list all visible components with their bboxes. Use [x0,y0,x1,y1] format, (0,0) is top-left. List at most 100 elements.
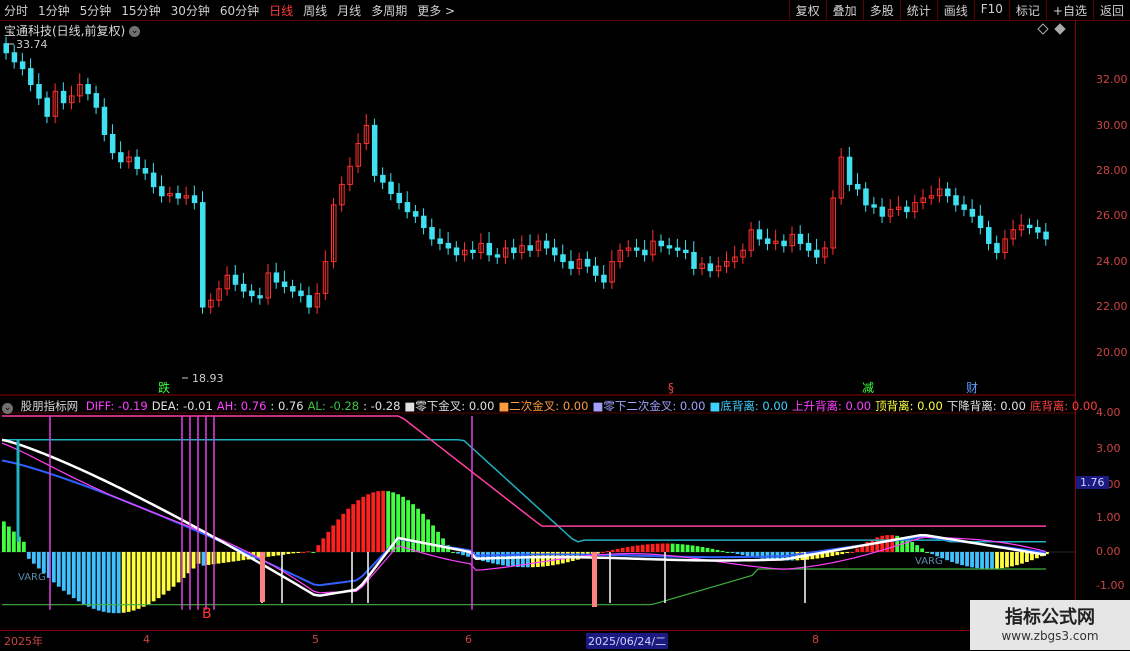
low-price-label: 18.93 [192,372,224,385]
candle-body [257,295,263,299]
candle-body [404,202,411,213]
histogram-bar [51,552,56,583]
histogram-bar [381,490,386,552]
histogram-bar [76,552,81,602]
histogram-bar [426,519,430,552]
histogram-bar [640,544,645,552]
candle-body [543,240,550,249]
candle-body [511,247,517,254]
histogram-bar [171,552,176,587]
histogram-bar [1025,552,1029,562]
histogram-bar [291,552,296,554]
candle-body [961,204,967,210]
signal-bar [592,552,597,607]
histogram-bar [620,547,625,552]
candle-body [863,188,869,206]
histogram-bar [121,552,126,613]
histogram-bar [366,494,371,552]
histogram-bar [680,544,685,552]
candle-body [44,97,50,117]
histogram-bar [311,552,316,553]
candle-body [380,174,386,183]
histogram-bar [31,552,36,564]
date-label: 6 [465,633,472,646]
candle-body [429,227,435,240]
histogram-bar [930,552,935,555]
indicator-tick-label: 0.00 [1096,545,1121,558]
histogram-bar [610,549,615,552]
indicator-tick-label: -1.00 [1096,579,1125,592]
histogram-bar [985,552,989,569]
histogram-bar [615,548,620,552]
histogram-bar [675,543,680,552]
date-label: 2025年 [4,635,43,648]
histogram-bar [665,543,670,552]
histogram-bar [396,494,401,552]
candle-body [1035,227,1041,233]
candle-body [412,211,419,217]
candle-body [200,202,206,308]
histogram-bar [331,525,336,552]
candle-body [11,52,18,63]
histogram-bar [715,549,720,552]
indicator-current-value: 1.76 [1076,476,1109,489]
histogram-bar [710,548,715,552]
histogram-bar [416,508,420,552]
histogram-bar [231,552,236,562]
histogram-bar [91,552,96,609]
histogram-bar [236,552,241,561]
candle-body [273,272,280,283]
candle-body [691,252,697,269]
date-label: 4 [143,633,150,646]
histogram-bar [316,545,321,552]
diamond-icon [1054,23,1066,35]
kline-chart-area[interactable]: 33.74 18.93 跌 § 减 财 B VARG VARG [0,0,1130,650]
candle-body [445,242,452,249]
histogram-bar [296,552,301,553]
high-price-label: 33.74 [16,38,48,51]
candle-body [764,238,771,244]
histogram-bar [276,552,281,556]
histogram-bar [630,546,635,552]
histogram-bar [71,552,76,599]
indicator-value: ■零下金叉: 0.00 [404,399,495,413]
histogram-bar [1020,552,1024,564]
indicator-value: : 0.76 [270,399,304,413]
indicator-toggle-icon[interactable]: ⌄ [2,403,13,414]
histogram-bar [1010,552,1014,567]
candle-body [855,183,861,190]
indicator-value: AH: 0.76 [216,399,267,413]
indicator-tick-label: 3.00 [1096,442,1121,455]
watermark-title: 指标公式网 [1005,607,1095,628]
histogram-bar [720,550,725,552]
date-label: 5 [312,633,319,646]
signal-line-pink [2,415,1046,527]
histogram-bar [126,552,131,612]
candle-body [118,152,124,163]
candle-body [846,156,853,185]
candle-body [805,242,812,251]
candle-body [93,93,100,108]
histogram-bar [745,552,750,557]
histogram-bar [650,543,655,552]
candle-body [560,254,566,263]
histogram-bar [351,504,356,552]
candle-body [977,215,984,229]
candle-body [552,247,558,256]
candle-body [19,61,26,70]
candle-body [60,90,67,104]
histogram-bar [271,552,276,557]
histogram-bar [600,552,605,553]
histogram-bar [81,552,86,605]
diamond-icon [1037,23,1049,35]
date-label: 2025/06/24/二 [586,633,669,649]
price-tick-label: 20.00 [1096,346,1128,359]
histogram-bar [176,552,181,583]
candle-body [633,247,640,251]
candle-body [142,168,149,174]
candle-body [36,84,42,99]
indicator-value: DIFF: -0.19 [85,399,148,413]
histogram-bar [371,492,376,552]
histogram-bar [21,541,26,552]
candle-body [797,233,804,244]
